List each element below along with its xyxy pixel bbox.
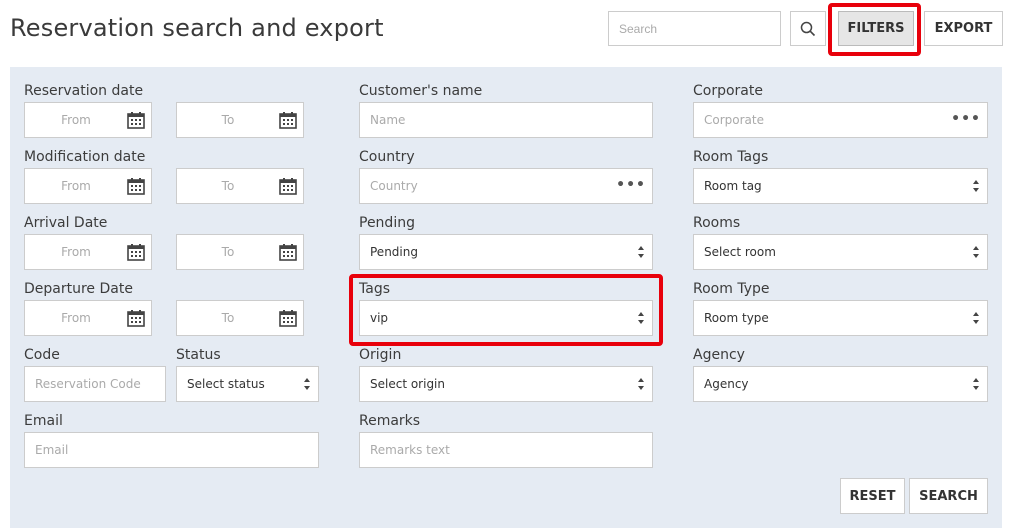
country-input[interactable]: Country •••	[359, 168, 653, 204]
modification-date-label: Modification date	[24, 149, 146, 165]
room-tags-select[interactable]: Room tag	[693, 168, 988, 204]
arrival-date-from-input[interactable]: From	[24, 234, 152, 270]
corporate-label: Corporate	[693, 83, 763, 99]
agency-label: Agency	[693, 347, 745, 363]
tags-label: Tags	[359, 281, 390, 297]
room-type-select[interactable]: Room type	[693, 300, 988, 336]
departure-date-label: Departure Date	[24, 281, 133, 297]
email-label: Email	[24, 413, 63, 429]
tags-select[interactable]: vip	[359, 300, 653, 336]
select-arrows-icon	[973, 378, 979, 390]
country-placeholder: Country	[370, 179, 418, 193]
agency-select[interactable]: Agency	[693, 366, 988, 402]
search-submit-button[interactable]: SEARCH	[909, 478, 988, 514]
rooms-select-value: Select room	[704, 245, 776, 259]
modification-date-to-input[interactable]: To	[176, 168, 304, 204]
rooms-select[interactable]: Select room	[693, 234, 988, 270]
select-arrows-icon	[638, 378, 644, 390]
agency-select-value: Agency	[704, 377, 749, 391]
arrival-date-label: Arrival Date	[24, 215, 108, 231]
reservation-code-input[interactable]: Reservation Code	[24, 366, 166, 402]
status-select-value: Select status	[187, 377, 265, 391]
calendar-icon[interactable]	[279, 243, 297, 261]
arrival-date-from-placeholder: From	[61, 245, 91, 259]
calendar-icon[interactable]	[279, 111, 297, 129]
more-dots-icon[interactable]: •••	[616, 178, 646, 192]
reset-button[interactable]: RESET	[840, 478, 905, 514]
remarks-label: Remarks	[359, 413, 421, 429]
search-button[interactable]	[790, 11, 826, 46]
calendar-icon[interactable]	[127, 309, 145, 327]
export-button[interactable]: EXPORT	[924, 11, 1003, 46]
pending-select[interactable]: Pending	[359, 234, 653, 270]
calendar-icon[interactable]	[127, 111, 145, 129]
modification-date-from-placeholder: From	[61, 179, 91, 193]
code-label: Code	[24, 347, 60, 363]
select-arrows-icon	[973, 246, 979, 258]
arrival-date-to-placeholder: To	[221, 245, 235, 259]
pending-select-value: Pending	[370, 245, 418, 259]
room-type-label: Room Type	[693, 281, 770, 297]
departure-date-to-input[interactable]: To	[176, 300, 304, 336]
select-arrows-icon	[304, 378, 310, 390]
customer-name-input[interactable]: Name	[359, 102, 653, 138]
status-select[interactable]: Select status	[176, 366, 319, 402]
calendar-icon[interactable]	[127, 243, 145, 261]
remarks-input[interactable]: Remarks text	[359, 432, 653, 468]
departure-date-from-placeholder: From	[61, 311, 91, 325]
customer-name-label: Customer's name	[359, 83, 483, 99]
corporate-placeholder: Corporate	[704, 113, 764, 127]
search-icon	[800, 21, 816, 36]
departure-date-to-placeholder: To	[221, 311, 235, 325]
origin-label: Origin	[359, 347, 402, 363]
email-placeholder: Email	[35, 443, 69, 457]
customer-name-placeholder: Name	[370, 113, 406, 127]
reservation-date-to-input[interactable]: To	[176, 102, 304, 138]
reservation-date-to-placeholder: To	[221, 113, 235, 127]
filters-button[interactable]: FILTERS	[838, 11, 914, 46]
reservation-date-from-input[interactable]: From	[24, 102, 152, 138]
select-arrows-icon	[638, 312, 644, 324]
arrival-date-to-input[interactable]: To	[176, 234, 304, 270]
modification-date-from-input[interactable]: From	[24, 168, 152, 204]
reservation-code-placeholder: Reservation Code	[35, 377, 141, 391]
corporate-input[interactable]: Corporate •••	[693, 102, 988, 138]
pending-label: Pending	[359, 215, 415, 231]
status-label: Status	[176, 347, 221, 363]
room-type-select-value: Room type	[704, 311, 769, 325]
room-tags-select-value: Room tag	[704, 179, 762, 193]
origin-select-value: Select origin	[370, 377, 445, 391]
tags-select-value: vip	[370, 311, 389, 325]
select-arrows-icon	[638, 246, 644, 258]
calendar-icon[interactable]	[279, 309, 297, 327]
remarks-placeholder: Remarks text	[370, 443, 450, 457]
select-arrows-icon	[973, 180, 979, 192]
departure-date-from-input[interactable]: From	[24, 300, 152, 336]
page-title: Reservation search and export	[10, 14, 384, 42]
calendar-icon[interactable]	[279, 177, 297, 195]
more-dots-icon[interactable]: •••	[951, 112, 981, 126]
modification-date-to-placeholder: To	[221, 179, 235, 193]
country-label: Country	[359, 149, 415, 165]
reservation-date-label: Reservation date	[24, 83, 144, 99]
room-tags-label: Room Tags	[693, 149, 769, 165]
email-input[interactable]: Email	[24, 432, 319, 468]
reservation-date-from-placeholder: From	[61, 113, 91, 127]
select-arrows-icon	[973, 312, 979, 324]
search-input[interactable]	[608, 11, 781, 46]
calendar-icon[interactable]	[127, 177, 145, 195]
origin-select[interactable]: Select origin	[359, 366, 653, 402]
rooms-label: Rooms	[693, 215, 741, 231]
